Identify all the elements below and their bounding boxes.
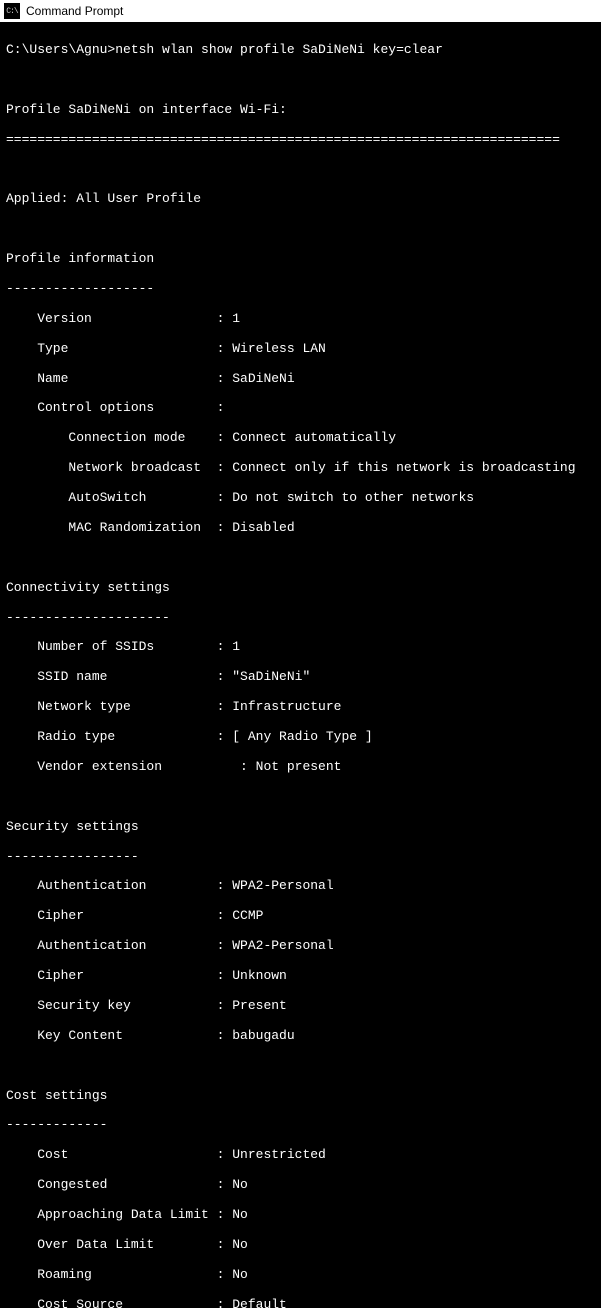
prompt-line: C:\Users\Agnu>netsh wlan show profile Sa…	[6, 43, 595, 58]
row-roaming: Roaming : No	[6, 1268, 595, 1283]
row-num-ssids: Number of SSIDs : 1	[6, 640, 595, 655]
row-net-broadcast: Network broadcast : Connect only if this…	[6, 461, 595, 476]
section-title-connectivity: Connectivity settings	[6, 581, 595, 596]
row-approaching: Approaching Data Limit : No	[6, 1208, 595, 1223]
row-cost: Cost : Unrestricted	[6, 1148, 595, 1163]
row-name: Name : SaDiNeNi	[6, 372, 595, 387]
section-title-security: Security settings	[6, 820, 595, 835]
window-title: Command Prompt	[26, 4, 123, 18]
applied-line: Applied: All User Profile	[6, 192, 595, 207]
blank	[6, 73, 595, 88]
row-auth1: Authentication : WPA2-Personal	[6, 879, 595, 894]
row-cipher1: Cipher : CCMP	[6, 909, 595, 924]
row-radio-type: Radio type : [ Any Radio Type ]	[6, 730, 595, 745]
blank	[6, 551, 595, 566]
terminal-output[interactable]: C:\Users\Agnu>netsh wlan show profile Sa…	[0, 22, 601, 1308]
row-type: Type : Wireless LAN	[6, 342, 595, 357]
row-autoswitch: AutoSwitch : Do not switch to other netw…	[6, 491, 595, 506]
row-mac-rand: MAC Randomization : Disabled	[6, 521, 595, 536]
row-congested: Congested : No	[6, 1178, 595, 1193]
row-net-type: Network type : Infrastructure	[6, 700, 595, 715]
profile-header: Profile SaDiNeNi on interface Wi-Fi:	[6, 103, 595, 118]
row-vendor-ext: Vendor extension : Not present	[6, 760, 595, 775]
row-ssid-name: SSID name : "SaDiNeNi"	[6, 670, 595, 685]
cmd-icon: C:\	[4, 3, 20, 19]
prompt-command: netsh wlan show profile SaDiNeNi key=cle…	[115, 42, 443, 57]
row-cipher2: Cipher : Unknown	[6, 969, 595, 984]
row-auth2: Authentication : WPA2-Personal	[6, 939, 595, 954]
row-control: Control options :	[6, 401, 595, 416]
section-dash: -------------	[6, 1118, 595, 1133]
row-cost-source: Cost Source : Default	[6, 1298, 595, 1308]
blank	[6, 222, 595, 237]
title-bar[interactable]: C:\ Command Prompt	[0, 0, 601, 22]
section-dash: -------------------	[6, 282, 595, 297]
blank	[6, 1059, 595, 1074]
section-dash: ---------------------	[6, 611, 595, 626]
blank	[6, 790, 595, 805]
section-title-cost: Cost settings	[6, 1089, 595, 1104]
section-dash: -----------------	[6, 850, 595, 865]
section-title-profile-info: Profile information	[6, 252, 595, 267]
blank	[6, 162, 595, 177]
prompt-path: C:\Users\Agnu>	[6, 42, 115, 57]
row-sec-key: Security key : Present	[6, 999, 595, 1014]
row-version: Version : 1	[6, 312, 595, 327]
row-key-content: Key Content : babugadu	[6, 1029, 595, 1044]
row-over-limit: Over Data Limit : No	[6, 1238, 595, 1253]
divider: ========================================…	[6, 133, 595, 148]
row-conn-mode: Connection mode : Connect automatically	[6, 431, 595, 446]
